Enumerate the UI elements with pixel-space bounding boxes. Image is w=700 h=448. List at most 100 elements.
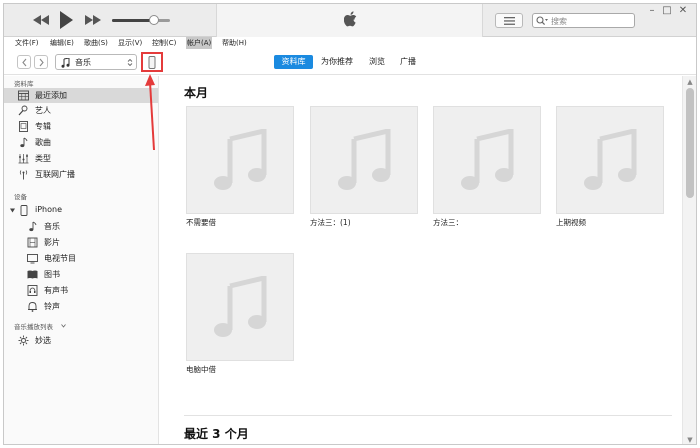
sidebar-item-songs[interactable]: 歌曲 — [4, 135, 158, 150]
rewind-icon — [33, 15, 49, 25]
music-note-icon — [338, 129, 391, 190]
volume-knob[interactable] — [148, 15, 159, 25]
sidebar-item-label: 音乐 — [44, 222, 60, 231]
forward-button[interactable] — [34, 55, 48, 69]
sidebar-item-label: 互联网广播 — [35, 170, 75, 179]
menu-account[interactable]: 帐户(A) — [186, 37, 213, 49]
menu-song[interactable]: 歌曲(S) — [83, 37, 109, 49]
album-title[interactable]: 方法三：(1) — [310, 217, 351, 228]
sidebar-item-device-films[interactable]: 影片 — [4, 235, 158, 250]
back-button[interactable] — [17, 55, 31, 69]
artist-icon — [18, 105, 28, 116]
now-playing-display — [216, 4, 483, 37]
up-next-button[interactable] — [495, 13, 523, 28]
album-artwork[interactable] — [433, 106, 541, 214]
device-button[interactable] — [141, 52, 163, 72]
sidebar-item-label: 铃声 — [44, 302, 60, 311]
library-header: 资料库 — [14, 80, 34, 88]
song-icon — [20, 137, 28, 148]
tv-icon — [27, 254, 38, 264]
section-title-this-month: 本月 — [184, 86, 209, 100]
album-icon — [19, 121, 28, 132]
menu-help[interactable]: 帮助(H) — [221, 37, 248, 49]
minimize-button[interactable]: – — [645, 5, 659, 17]
tab-radio[interactable]: 广播 — [398, 55, 418, 69]
sidebar-item-label: 最近添加 — [35, 91, 67, 100]
sidebar-item-device-music[interactable]: 音乐 — [4, 219, 158, 234]
chevron-down-icon — [61, 324, 66, 328]
close-button[interactable]: ✕ — [676, 5, 690, 17]
album-title[interactable]: 上期视频 — [556, 217, 586, 228]
tab-browse[interactable]: 浏览 — [367, 55, 387, 69]
sidebar-item-device-audiobooks[interactable]: 有声书 — [4, 283, 158, 298]
album-artwork[interactable] — [186, 253, 294, 361]
sidebar-item-genius[interactable]: 妙选 — [4, 333, 158, 348]
fast-forward-icon — [85, 15, 101, 25]
play-button[interactable] — [58, 10, 74, 30]
fast-forward-button[interactable] — [84, 13, 102, 27]
album-artwork[interactable] — [186, 106, 294, 214]
playlists-header-row[interactable]: 音乐播放列表 — [4, 321, 158, 331]
sidebar: 资料库 最近添加 艺人 专辑 歌曲 类型 互联网广播 设备 iPhone 音乐 … — [4, 76, 159, 444]
rewind-button[interactable] — [32, 13, 50, 27]
sidebar-item-albums[interactable]: 专辑 — [4, 119, 158, 134]
tab-for-you[interactable]: 为你推荐 — [318, 55, 356, 69]
sidebar-item-iphone[interactable]: iPhone — [4, 203, 158, 218]
menu-view[interactable]: 显示(V) — [117, 37, 143, 49]
recently-added-icon — [18, 90, 29, 101]
chevron-left-icon — [22, 58, 27, 67]
disclosure-triangle-icon[interactable] — [10, 208, 15, 213]
scroll-down-icon[interactable]: ▼ — [686, 436, 694, 444]
player-bar: 搜索 – □ ✕ — [4, 4, 696, 37]
music-note-icon — [61, 58, 70, 68]
menu-file[interactable]: 文件(F) — [14, 37, 40, 49]
updown-chevron-icon — [127, 58, 133, 67]
film-icon — [27, 237, 38, 248]
sidebar-item-internet-radio[interactable]: 互联网广播 — [4, 167, 158, 182]
section-title-recent: 最近 3 个月 — [184, 427, 249, 441]
maximize-button[interactable]: □ — [660, 5, 674, 17]
album-title[interactable]: 方法三： — [433, 217, 463, 228]
menu-bar: 文件(F) 编辑(E) 歌曲(S) 显示(V) 控制(C) 帐户(A) 帮助(H… — [4, 37, 696, 49]
search-input[interactable]: 搜索 — [551, 16, 567, 27]
genre-icon — [18, 154, 29, 164]
sidebar-item-device-tv[interactable]: 电视节目 — [4, 251, 158, 266]
album-title[interactable]: 电脑中借 — [186, 364, 216, 375]
sidebar-item-artists[interactable]: 艺人 — [4, 103, 158, 118]
scrollbar-thumb[interactable] — [686, 88, 694, 198]
devices-header: 设备 — [14, 193, 27, 201]
sidebar-item-recently-added[interactable]: 最近添加 — [4, 88, 158, 103]
vertical-scrollbar[interactable]: ▲ ▼ — [682, 76, 696, 444]
playlists-header: 音乐播放列表 — [14, 323, 53, 331]
media-kind-select[interactable]: 音乐 — [55, 54, 137, 70]
sidebar-item-device-ringtones[interactable]: 铃声 — [4, 299, 158, 314]
bell-icon — [28, 302, 37, 312]
play-icon — [60, 11, 73, 29]
album-artwork[interactable] — [310, 106, 418, 214]
volume-slider[interactable] — [112, 15, 170, 25]
music-note-icon — [214, 276, 267, 337]
sidebar-item-device-books[interactable]: 图书 — [4, 267, 158, 282]
sidebar-item-genres[interactable]: 类型 — [4, 151, 158, 166]
menu-controls[interactable]: 控制(C) — [151, 37, 177, 49]
close-icon: ✕ — [678, 5, 688, 16]
chevron-right-icon — [39, 58, 44, 67]
album-title[interactable]: 不需要借 — [186, 217, 216, 228]
music-note-icon — [461, 129, 514, 190]
device-name: iPhone — [35, 205, 63, 214]
sidebar-item-label: 影片 — [44, 238, 60, 247]
album-artwork[interactable] — [556, 106, 664, 214]
sidebar-item-label: 图书 — [44, 270, 60, 279]
scroll-up-icon[interactable]: ▲ — [686, 78, 694, 86]
audiobook-icon — [27, 285, 38, 296]
search-icon — [536, 16, 548, 26]
sidebar-item-label: 专辑 — [35, 122, 51, 131]
annotation-arrow — [145, 74, 155, 151]
menu-edit[interactable]: 编辑(E) — [49, 37, 75, 49]
search-box[interactable]: 搜索 — [532, 13, 635, 28]
tab-library[interactable]: 资料库 — [274, 55, 313, 69]
volume-fill — [112, 19, 154, 22]
section-divider — [184, 415, 672, 416]
music-note-icon — [584, 129, 637, 190]
maximize-icon: □ — [662, 5, 672, 16]
